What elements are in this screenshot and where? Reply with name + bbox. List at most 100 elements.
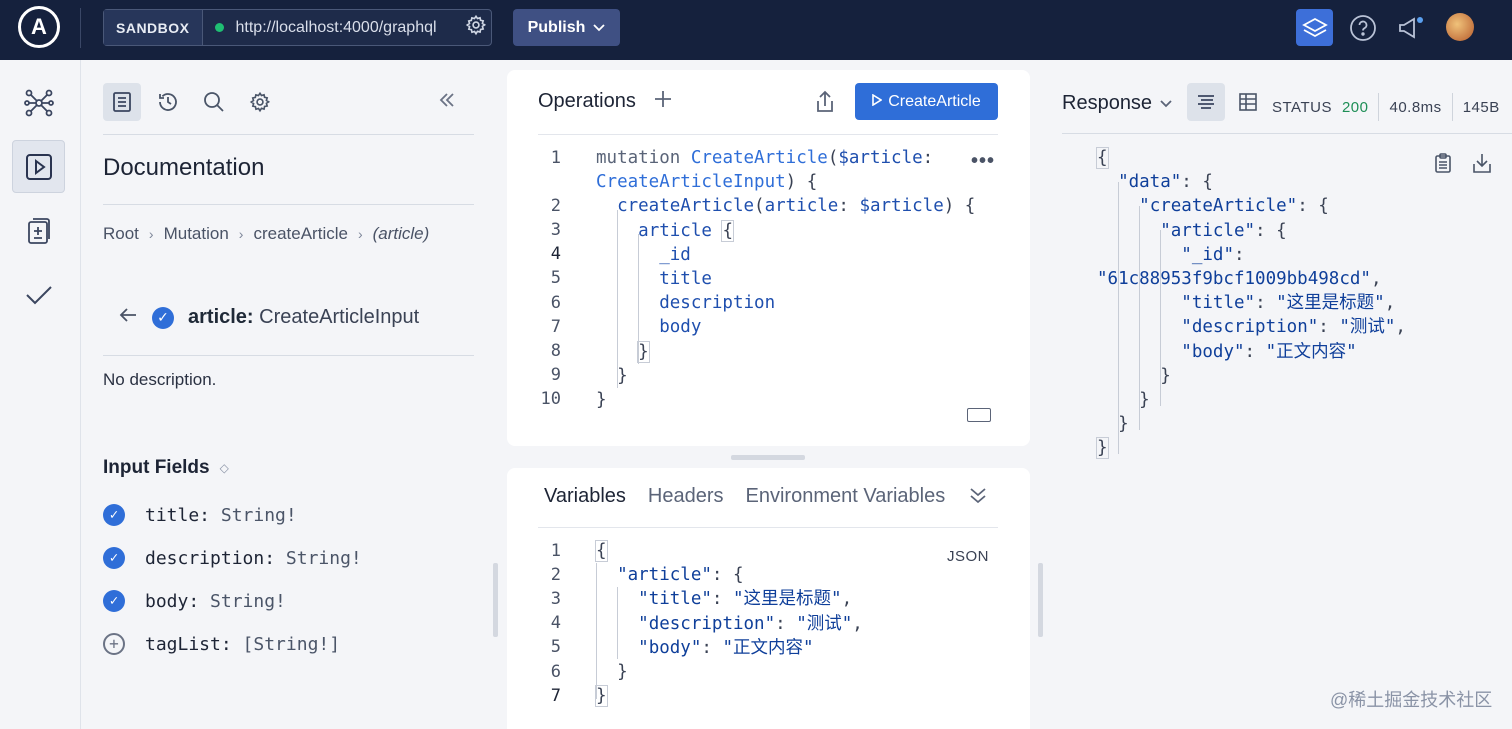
line-number: 5: [550, 637, 561, 657]
document-icon[interactable]: [103, 83, 141, 121]
divider: [1062, 133, 1512, 134]
help-icon[interactable]: [1344, 9, 1381, 46]
sort-icon[interactable]: ◇: [220, 461, 229, 475]
search-icon[interactable]: [195, 83, 233, 121]
checkmark-icon[interactable]: ✓: [103, 547, 125, 569]
status-badge: 200: [1341, 98, 1369, 116]
line-number: 6: [550, 293, 561, 313]
line-number: 7: [550, 317, 561, 337]
response-body: { "data": { "createArticle": { "article"…: [1096, 147, 1406, 460]
field-name: tagList:: [145, 633, 232, 655]
argument-type[interactable]: CreateArticleInput: [259, 306, 419, 328]
publish-button[interactable]: Publish: [513, 9, 620, 46]
run-operation-button[interactable]: CreateArticle: [855, 83, 998, 120]
page-title: Documentation: [103, 154, 265, 181]
gear-icon[interactable]: [241, 83, 279, 121]
connection-settings-gear-icon[interactable]: [461, 14, 491, 42]
checks-icon[interactable]: [12, 268, 65, 321]
add-tab-icon[interactable]: [653, 88, 673, 116]
line-number: 1: [550, 541, 561, 561]
watermark: @稀土掘金技术社区: [1330, 690, 1493, 710]
text-view-icon[interactable]: [1187, 83, 1225, 121]
tab-headers[interactable]: Headers: [648, 485, 724, 508]
field-row[interactable]: ✓ description: String!: [103, 547, 362, 569]
copy-icon[interactable]: [1434, 152, 1452, 179]
response-status-bar: STATUS 200 40.8ms 145B: [1272, 93, 1500, 121]
breadcrumb-field[interactable]: createArticle: [253, 224, 347, 244]
divider: [1451, 93, 1453, 121]
resize-handle[interactable]: [731, 455, 805, 460]
operations-title: Operations: [538, 90, 636, 112]
endpoint-bar: SANDBOX http://localhost:4000/graphql: [103, 9, 492, 46]
tab-environment-variables[interactable]: Environment Variables: [746, 485, 946, 508]
field-type[interactable]: String!: [286, 548, 362, 569]
play-icon[interactable]: [12, 140, 65, 193]
checkmark-icon[interactable]: ✓: [103, 504, 125, 526]
sandbox-label: SANDBOX: [104, 10, 203, 45]
line-number: 4: [550, 244, 561, 264]
response-size: 145B: [1462, 98, 1500, 116]
layers-icon[interactable]: [1296, 9, 1333, 46]
argument-header: ✓ article: CreateArticleInput: [118, 306, 419, 329]
tab-variables[interactable]: Variables: [544, 485, 626, 508]
operation-editor[interactable]: mutation CreateArticle($article: CreateA…: [596, 146, 975, 412]
megaphone-icon[interactable]: [1392, 9, 1429, 46]
apollo-logo[interactable]: A: [18, 6, 60, 48]
divider: [538, 527, 998, 528]
line-number: 3: [550, 220, 561, 240]
field-type[interactable]: String!: [221, 505, 297, 526]
line-number: 7: [550, 686, 561, 706]
run-button-label: CreateArticle: [888, 92, 981, 110]
divider: [1378, 93, 1380, 121]
resize-handle[interactable]: [493, 563, 498, 637]
input-fields-heading: Input Fields ◇: [103, 457, 229, 479]
breadcrumb: Root › Mutation › createArticle › (artic…: [103, 224, 429, 244]
response-title-label: Response: [1062, 92, 1153, 114]
variables-tabs: Variables Headers Environment Variables: [544, 485, 945, 508]
response-panel: Response STATUS 200 40.8ms 145B { "data"…: [1043, 60, 1512, 729]
back-arrow-icon[interactable]: [118, 306, 138, 329]
field-name: body:: [145, 590, 200, 612]
line-number: 10: [540, 389, 561, 409]
keyboard-shortcuts-icon[interactable]: [967, 408, 991, 422]
variables-panel: Variables Headers Environment Variables …: [507, 468, 1030, 729]
checkmark-icon[interactable]: ✓: [103, 590, 125, 612]
schema-diff-icon[interactable]: [12, 204, 65, 257]
download-icon[interactable]: [1472, 152, 1492, 179]
top-bar: A SANDBOX http://localhost:4000/graphql …: [0, 0, 1512, 60]
response-title[interactable]: Response: [1062, 92, 1172, 115]
breadcrumb-mutation[interactable]: Mutation: [164, 224, 229, 244]
field-type[interactable]: [String!]: [243, 634, 341, 655]
connection-status-dot: [214, 23, 224, 32]
graph-icon[interactable]: [12, 76, 65, 129]
breadcrumb-root[interactable]: Root: [103, 224, 139, 244]
avatar[interactable]: [1446, 13, 1474, 41]
add-field-icon[interactable]: +: [103, 633, 125, 655]
field-row[interactable]: ✓ body: String!: [103, 590, 286, 612]
variables-editor[interactable]: { "article": { "title": "这里是标题", "descri…: [595, 539, 863, 708]
checkmark-icon[interactable]: ✓: [152, 306, 174, 329]
field-name: description:: [145, 547, 276, 569]
history-icon[interactable]: [149, 83, 187, 121]
share-icon[interactable]: [815, 90, 835, 119]
divider: [103, 134, 474, 135]
input-fields-label: Input Fields: [103, 457, 210, 478]
argument-name: article:: [188, 306, 254, 328]
chevron-down-icon: [1160, 97, 1172, 111]
field-type[interactable]: String!: [210, 591, 286, 612]
docs-toolbar: [103, 82, 279, 122]
collapse-panel-icon[interactable]: [438, 88, 456, 114]
endpoint-url-input[interactable]: http://localhost:4000/graphql: [236, 19, 461, 37]
line-number: 2: [550, 565, 561, 585]
divider: [538, 134, 998, 135]
documentation-panel: Documentation Root › Mutation › createAr…: [82, 60, 492, 729]
chevron-down-icon: [593, 19, 606, 37]
chevron-right-icon: ›: [357, 226, 363, 242]
field-row[interactable]: + tagList: [String!]: [103, 633, 340, 655]
response-time: 40.8ms: [1389, 98, 1442, 116]
format-label: JSON: [947, 548, 990, 565]
chevron-right-icon: ›: [238, 226, 244, 242]
field-row[interactable]: ✓ title: String!: [103, 504, 297, 526]
collapse-chevron-icon[interactable]: [969, 486, 987, 509]
table-view-icon[interactable]: [1229, 83, 1267, 121]
